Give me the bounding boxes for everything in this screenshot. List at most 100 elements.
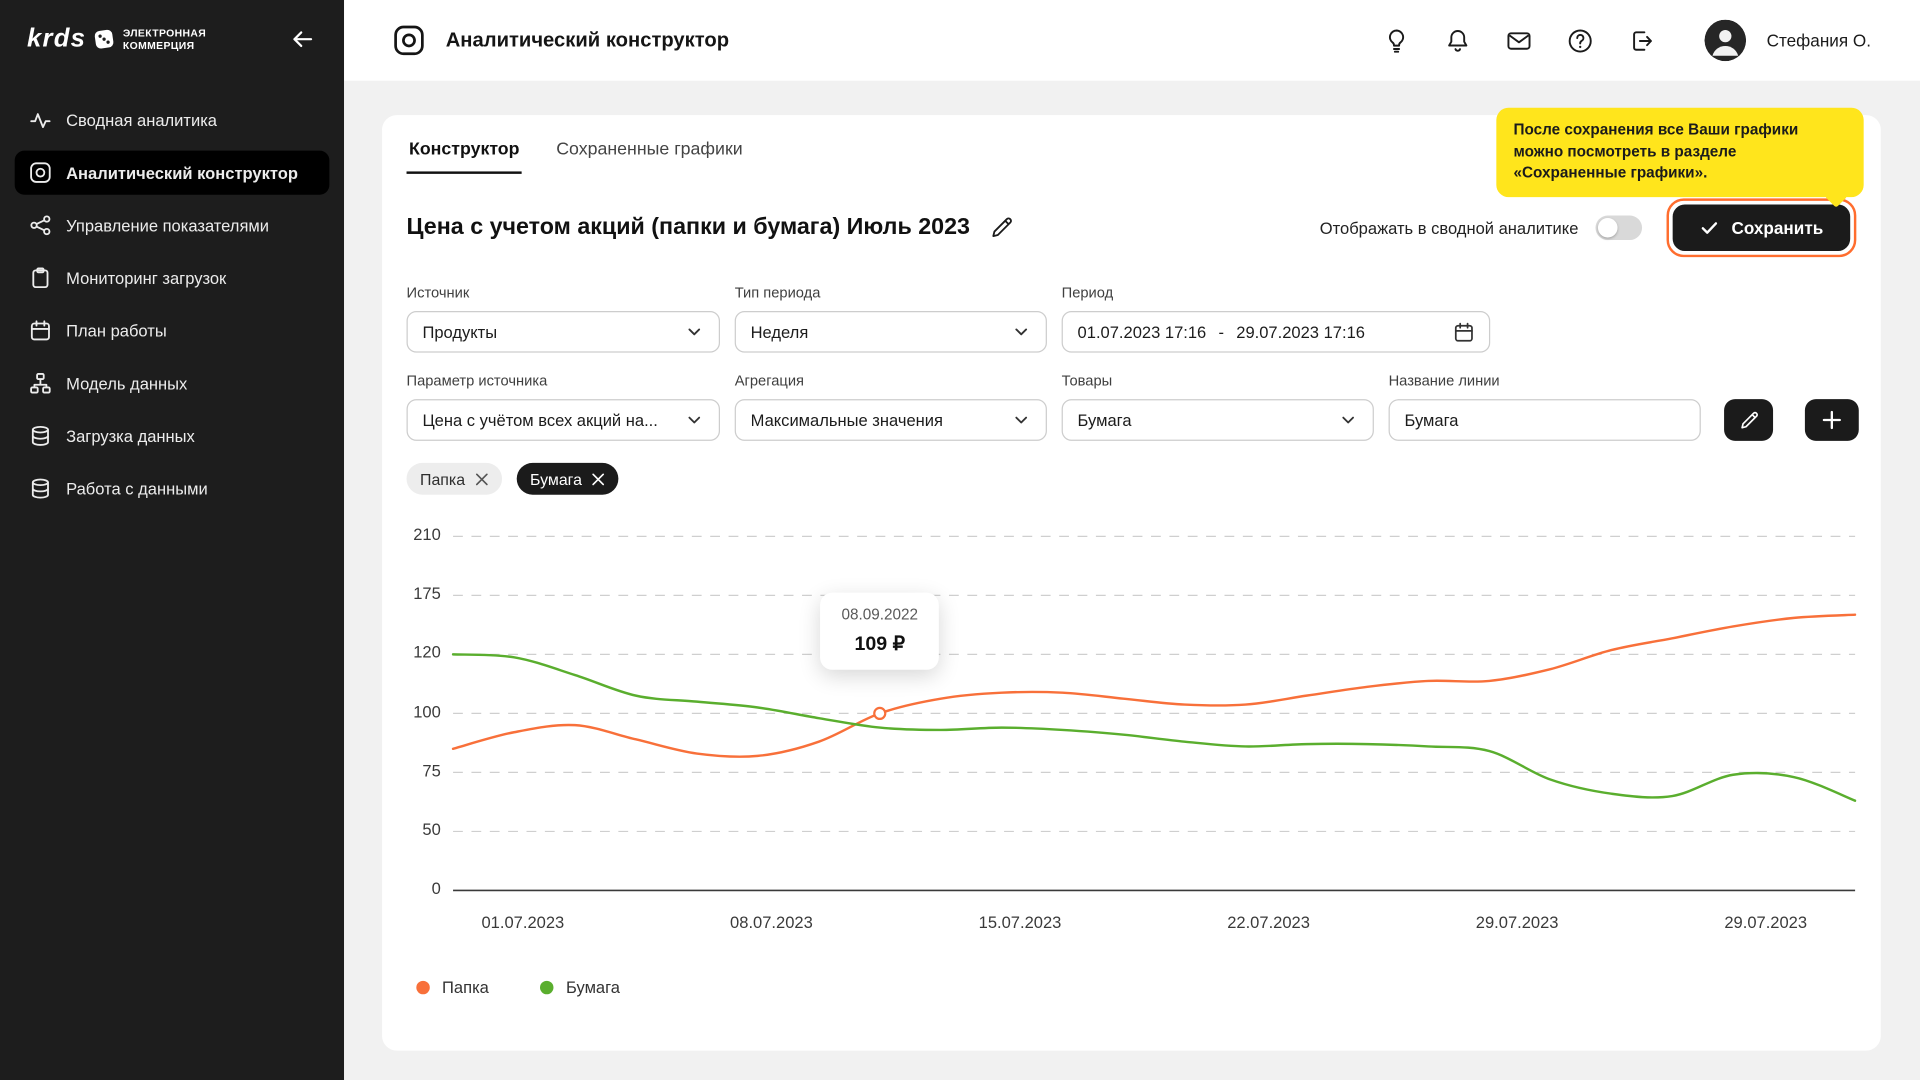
clipboard-icon xyxy=(29,267,51,289)
calendar-icon xyxy=(29,320,51,342)
y-axis-label: 50 xyxy=(407,820,441,838)
field-label: Тип периода xyxy=(735,284,1047,301)
tab-saved-charts[interactable]: Сохраненные графики xyxy=(554,132,745,174)
chip-bumaga[interactable]: Бумага xyxy=(517,463,619,495)
dice-icon xyxy=(94,28,116,50)
source-param-value: Цена с учётом всех акций на... xyxy=(422,411,657,429)
price-line-chart: 08.09.2022 109 ₽ 0507510012017521001.07.… xyxy=(407,522,1857,944)
sidebar-item-data-work[interactable]: Работа с данными xyxy=(15,467,330,511)
envelope-icon xyxy=(1506,28,1532,54)
x-axis-label: 22.07.2023 xyxy=(1227,913,1310,931)
logo: krds ЭЛЕКТРОННАЯ КОММЕРЦИЯ xyxy=(27,24,206,53)
sidebar-item-work-plan[interactable]: План работы xyxy=(15,309,330,353)
brand-tagline-line2: КОММЕРЦИЯ xyxy=(123,39,206,51)
source-value: Продукты xyxy=(422,323,497,341)
chevron-down-icon xyxy=(1011,322,1031,342)
legend-dot xyxy=(540,981,553,994)
sidebar-item-load-monitoring[interactable]: Мониторинг загрузок xyxy=(15,256,330,300)
x-axis-label: 08.07.2023 xyxy=(730,913,813,931)
y-axis-label: 100 xyxy=(407,702,441,720)
line-chips: Папка Бумага xyxy=(407,463,1857,495)
chip-papka[interactable]: Папка xyxy=(407,463,502,495)
sidebar-header: krds ЭЛЕКТРОННАЯ КОММЕРЦИЯ xyxy=(0,0,344,69)
pencil-icon xyxy=(1738,410,1759,431)
brand-wordmark: krds xyxy=(27,24,86,53)
chevron-down-icon xyxy=(1338,410,1358,430)
period-from: 01.07.2023 17:16 xyxy=(1078,323,1207,341)
tooltip-value: 109 ₽ xyxy=(841,631,918,655)
period-type-select[interactable]: Неделя xyxy=(735,311,1047,353)
sidebar-item-analytic-constructor[interactable]: Аналитический конструктор xyxy=(15,151,330,195)
notifications-button[interactable] xyxy=(1442,25,1473,56)
arrow-left-icon xyxy=(290,27,314,51)
sidebar-collapse-button[interactable] xyxy=(285,22,319,56)
summary-analytics-toggle[interactable] xyxy=(1596,216,1643,240)
goods-select[interactable]: Бумага xyxy=(1062,399,1374,441)
sidebar-item-metrics-management[interactable]: Управление показателями xyxy=(15,203,330,247)
brand-tagline: ЭЛЕКТРОННАЯ КОММЕРЦИЯ xyxy=(123,27,206,52)
legend-item-bumaga: Бумага xyxy=(540,978,620,996)
messages-button[interactable] xyxy=(1503,25,1534,56)
field-label: Товары xyxy=(1062,372,1374,389)
filter-row-1: Источник Продукты Тип периода Неделя xyxy=(407,284,1857,353)
field-line-name: Название линии Бумага xyxy=(1389,372,1701,441)
legend-item-papka: Папка xyxy=(416,978,489,996)
close-icon[interactable] xyxy=(592,472,605,485)
field-source-param: Параметр источника Цена с учётом всех ак… xyxy=(407,372,720,441)
source-param-select[interactable]: Цена с учётом всех акций на... xyxy=(407,399,720,441)
tab-constructor[interactable]: Конструктор xyxy=(407,132,522,174)
content-area: После сохранения все Ваши графики можно … xyxy=(344,81,1920,1080)
idea-lamp-button[interactable] xyxy=(1381,25,1412,56)
save-hint-banner: После сохранения все Ваши графики можно … xyxy=(1496,108,1863,197)
help-button[interactable] xyxy=(1565,25,1596,56)
summary-toggle-label: Отображать в сводной аналитике xyxy=(1320,219,1579,237)
sidebar-item-label: План работы xyxy=(66,321,167,339)
field-goods: Товары Бумага xyxy=(1062,372,1374,441)
line-name-value: Бумага xyxy=(1404,411,1458,429)
sidebar-menu: Сводная аналитика Аналитический конструк… xyxy=(0,98,344,511)
field-aggregation: Агрегация Максимальные значения xyxy=(735,372,1047,441)
logout-button[interactable] xyxy=(1626,25,1657,56)
edit-line-button[interactable] xyxy=(1724,399,1773,441)
sidebar-item-label: Сводная аналитика xyxy=(66,111,217,129)
title-row: Цена с учетом акций (папки и бумага) Июл… xyxy=(407,198,1857,257)
x-axis-label: 01.07.2023 xyxy=(481,913,564,931)
aggregation-select[interactable]: Максимальные значения xyxy=(735,399,1047,441)
share-nodes-icon xyxy=(29,214,51,236)
source-select[interactable]: Продукты xyxy=(407,311,720,353)
chevron-down-icon xyxy=(1011,410,1031,430)
save-button[interactable]: Сохранить xyxy=(1673,204,1851,251)
save-button-highlight-ring: Сохранить xyxy=(1667,198,1857,257)
period-range-input[interactable]: 01.07.2023 17:16 - 29.07.2023 17:16 xyxy=(1062,311,1491,353)
legend-dot xyxy=(416,981,429,994)
period-to: 29.07.2023 17:16 xyxy=(1236,323,1365,341)
bell-icon xyxy=(1445,28,1471,54)
sidebar-item-label: Загрузка данных xyxy=(66,427,195,445)
legend-label: Бумага xyxy=(566,978,620,996)
topbar: Аналитический конструктор xyxy=(344,0,1920,81)
sidebar-item-label: Работа с данными xyxy=(66,479,208,497)
y-axis-label: 0 xyxy=(407,879,441,897)
series-line-Бумага xyxy=(453,654,1855,800)
plus-icon xyxy=(1822,410,1842,430)
series-line-Папка xyxy=(453,615,1855,757)
sidebar-item-data-model[interactable]: Модель данных xyxy=(15,361,330,405)
x-axis-label: 29.07.2023 xyxy=(1724,913,1807,931)
user-avatar[interactable] xyxy=(1704,20,1746,62)
page-title: Аналитический конструктор xyxy=(446,29,729,52)
sidebar-item-summary-analytics[interactable]: Сводная аналитика xyxy=(15,98,330,142)
lamp-icon xyxy=(1383,28,1409,54)
title-left: Цена с учетом акций (папки и бумага) Июл… xyxy=(407,213,1017,242)
y-axis-label: 75 xyxy=(407,761,441,779)
constructor-viewfinder-icon xyxy=(393,24,425,56)
edit-title-button[interactable] xyxy=(987,213,1016,242)
sidebar-item-data-upload[interactable]: Загрузка данных xyxy=(15,414,330,458)
line-name-input[interactable]: Бумага xyxy=(1389,399,1701,441)
constructor-viewfinder-icon xyxy=(29,162,51,184)
period-range-value: 01.07.2023 17:16 - 29.07.2023 17:16 xyxy=(1078,323,1365,341)
chart-canvas xyxy=(407,522,1857,904)
field-label: Источник xyxy=(407,284,720,301)
field-label: Агрегация xyxy=(735,372,1047,389)
add-line-button[interactable] xyxy=(1805,399,1859,441)
close-icon[interactable] xyxy=(475,472,488,485)
